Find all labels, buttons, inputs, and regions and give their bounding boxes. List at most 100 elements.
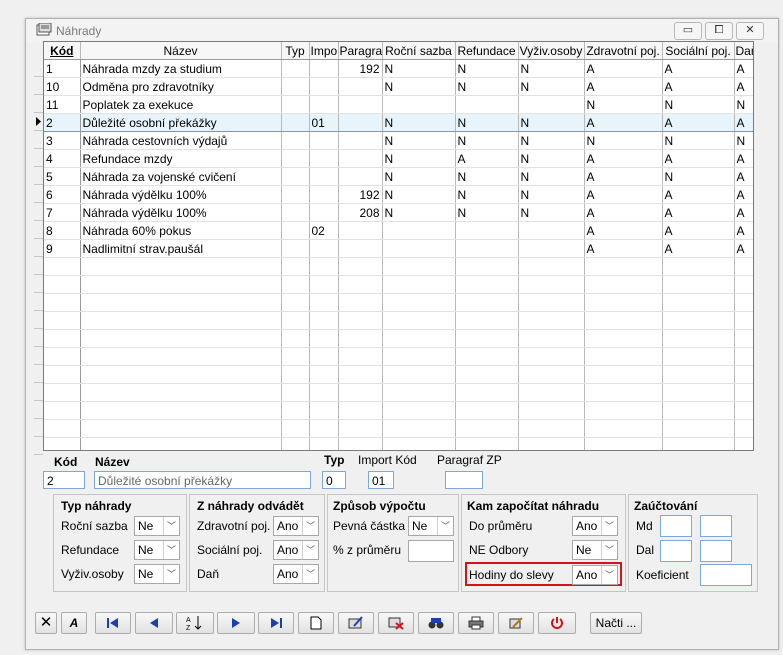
table-cell (518, 221, 585, 240)
new-record-button[interactable] (298, 612, 334, 634)
table-cell (338, 401, 383, 420)
ne-odbory-select[interactable]: Ne ﹀ (572, 540, 618, 560)
table-row[interactable]: 1 Náhrada mzdy za studium 192 N N N A A A (44, 59, 753, 78)
paragraf-field[interactable] (445, 471, 483, 489)
table-row[interactable] (44, 293, 753, 312)
table-cell (80, 401, 282, 420)
table-row[interactable]: 11 Poplatek za exekuce N N N (44, 95, 753, 114)
import-kod-field[interactable]: 01 (368, 471, 394, 489)
next-record-button[interactable] (217, 612, 255, 634)
delete-record-button[interactable] (378, 612, 414, 634)
table-cell: A (455, 149, 519, 168)
dal-field-1[interactable] (660, 540, 692, 562)
table-cell (382, 383, 456, 402)
table-cell (338, 131, 383, 150)
typ-field[interactable]: 0 (322, 471, 346, 489)
table-row[interactable] (44, 437, 753, 450)
table-cell (338, 149, 383, 168)
minimize-button[interactable]: ▭ (674, 22, 702, 40)
prev-record-button[interactable] (135, 612, 173, 634)
row-marker (34, 239, 43, 257)
table-row[interactable]: 8 Náhrada 60% pokus 02 A A A (44, 221, 753, 240)
table-cell: N (734, 131, 753, 150)
md-field-1[interactable] (660, 515, 692, 537)
last-record-button[interactable] (258, 612, 294, 634)
close-x-button[interactable]: ✕ (35, 612, 57, 634)
chevron-down-icon: ﹀ (163, 541, 179, 559)
table-cell (309, 77, 339, 96)
table-cell: A (584, 149, 663, 168)
nazev-field[interactable]: Důležité osobní překážky (94, 471, 311, 489)
column-header[interactable]: Refundace (455, 42, 519, 60)
table-row[interactable] (44, 383, 753, 402)
table-row[interactable] (44, 275, 753, 294)
table-cell (44, 257, 81, 276)
table-row[interactable] (44, 329, 753, 348)
column-header[interactable]: Sociální poj. (662, 42, 735, 60)
column-header[interactable]: Typ (281, 42, 310, 60)
refundace-select[interactable]: Ne ﹀ (134, 540, 180, 560)
row-marker (34, 59, 43, 77)
table-row[interactable]: 3 Náhrada cestovních výdajů N N N N N N (44, 131, 753, 150)
table-cell (382, 275, 456, 294)
tools-button[interactable] (498, 612, 534, 634)
kod-field[interactable]: 2 (43, 471, 85, 489)
table-cell: N (455, 77, 519, 96)
close-button[interactable]: ✕ (736, 22, 764, 40)
table-row[interactable]: 6 Náhrada výdělku 100% 192 N N N A A A (44, 185, 753, 204)
column-header[interactable]: Název (80, 42, 282, 60)
pevna-castka-select[interactable]: Ne ﹀ (408, 516, 454, 536)
table-cell (662, 419, 735, 438)
table-cell: A (734, 221, 753, 240)
table-row[interactable] (44, 365, 753, 384)
table-row[interactable] (44, 311, 753, 330)
column-header[interactable]: Daň (734, 42, 753, 60)
column-header[interactable]: Vyživ.osoby (518, 42, 585, 60)
first-record-button[interactable] (95, 612, 131, 634)
table-cell: N (455, 167, 519, 186)
table-row[interactable]: 10 Odměna pro zdravotníky N N N A A A (44, 77, 753, 96)
font-button[interactable]: A (61, 612, 87, 634)
table-row[interactable] (44, 257, 753, 276)
koeficient-field[interactable] (700, 564, 752, 586)
table-row[interactable] (44, 401, 753, 420)
table-row[interactable]: 4 Refundace mzdy N A N A A A (44, 149, 753, 168)
nacti-button[interactable]: Načti ... (590, 612, 642, 634)
print-button[interactable] (458, 612, 494, 634)
search-record-button[interactable] (418, 612, 454, 634)
table-row[interactable]: 5 Náhrada za vojenské cvičení N N N A N A (44, 167, 753, 186)
dal-field-2[interactable] (700, 540, 732, 562)
edit-record-button[interactable] (338, 612, 374, 634)
column-header[interactable]: Roční sazba (382, 42, 456, 60)
svg-text:A: A (186, 617, 191, 624)
zdravotni-select[interactable]: Ano ﹀ (273, 516, 319, 536)
table-row[interactable]: 2 Důležité osobní překážky 01 N N N A A A (44, 113, 753, 132)
md-field-2[interactable] (700, 515, 732, 537)
power-button[interactable] (538, 612, 576, 634)
zdravotni-value: Ano (277, 519, 299, 533)
column-header[interactable]: Paragra (338, 42, 383, 60)
table-row[interactable] (44, 419, 753, 438)
do-prumeru-select[interactable]: Ano ﹀ (572, 516, 618, 536)
socialni-select[interactable]: Ano ﹀ (273, 540, 319, 560)
vyziv-osoby-select[interactable]: Ne ﹀ (134, 564, 180, 584)
row-marker (34, 311, 43, 329)
table-cell: A (584, 239, 663, 258)
table-cell (309, 131, 339, 150)
column-header[interactable]: Kód (44, 42, 81, 60)
nahrady-grid[interactable]: Kód Název Typ Impo Paragra Roční sazba Refunda… (43, 41, 754, 451)
chevron-down-icon: ﹀ (302, 565, 318, 583)
table-cell (518, 419, 585, 438)
hodiny-do-slevy-select[interactable]: Ano ﹀ (572, 565, 618, 585)
table-row[interactable] (44, 347, 753, 366)
restore-button[interactable]: ⧠ (705, 22, 733, 40)
table-cell (44, 419, 81, 438)
sort-button[interactable]: AZ (176, 612, 214, 634)
rocni-sazba-select[interactable]: Ne ﹀ (134, 516, 180, 536)
column-header[interactable]: Impo (309, 42, 339, 60)
dan-select[interactable]: Ano ﹀ (273, 564, 319, 584)
table-row[interactable]: 9 Nadlimitní strav.paušál A A A (44, 239, 753, 258)
procent-field[interactable] (408, 540, 454, 562)
column-header[interactable]: Zdravotní poj. (584, 42, 663, 60)
table-row[interactable]: 7 Náhrada výdělku 100% 208 N N N A A A (44, 203, 753, 222)
